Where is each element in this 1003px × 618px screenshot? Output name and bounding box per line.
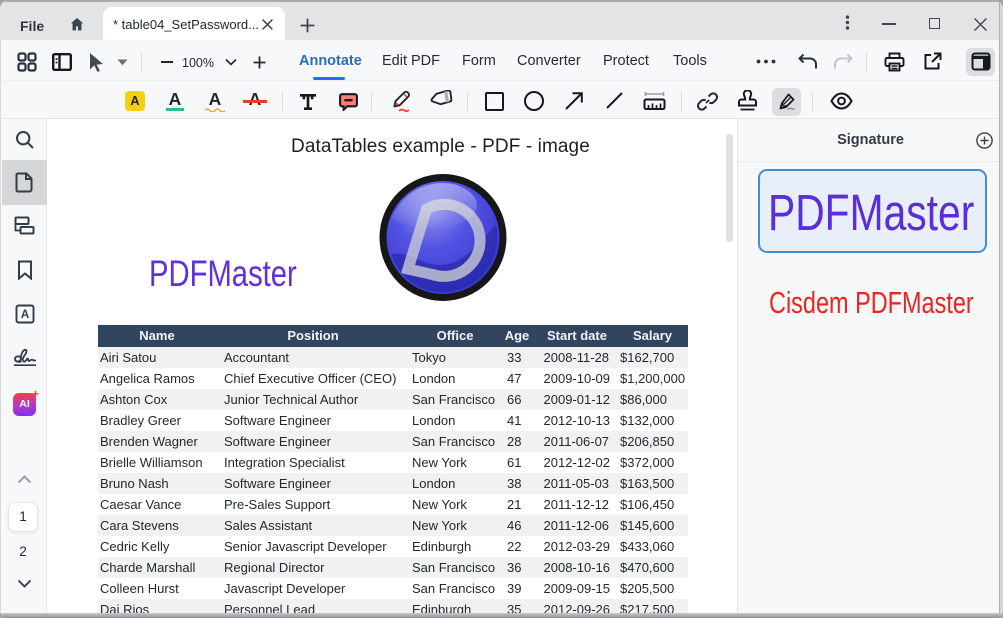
- svg-text:A: A: [21, 309, 29, 321]
